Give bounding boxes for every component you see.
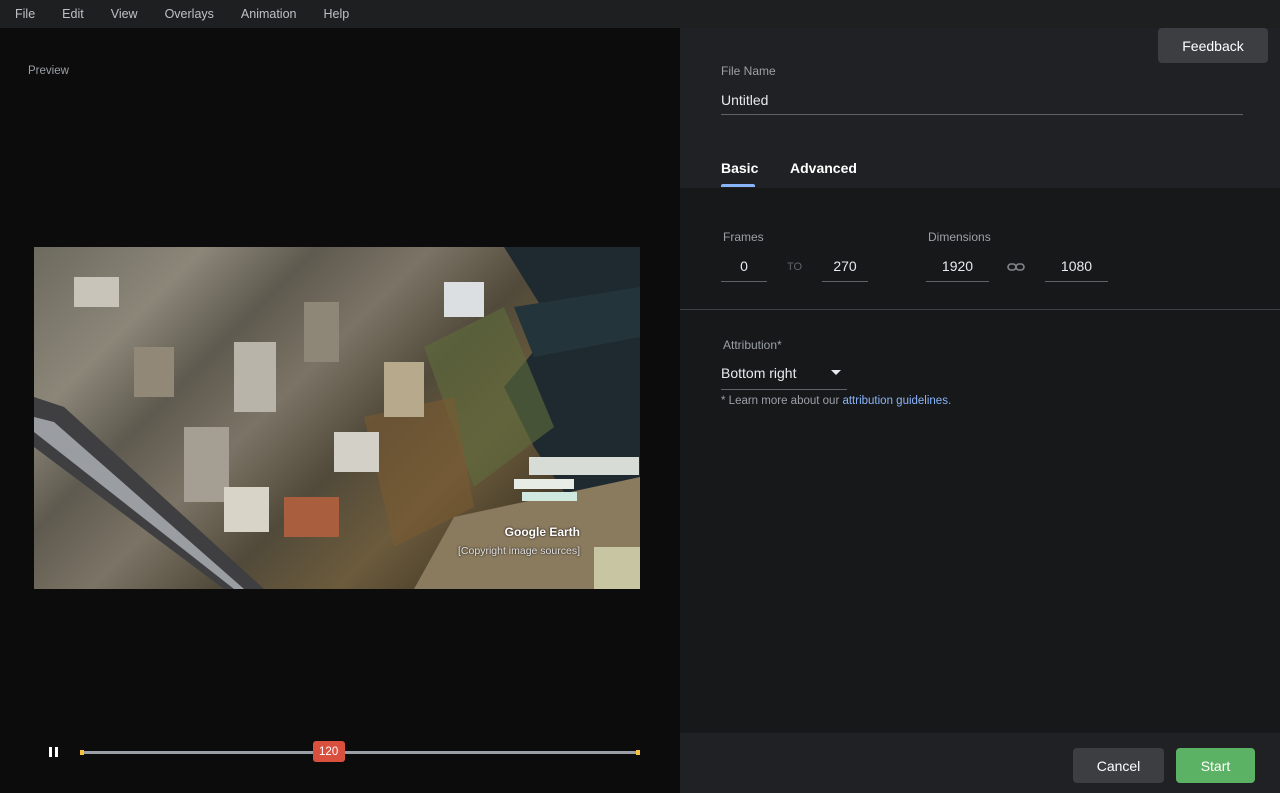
settings-panel: Feedback File Name Untitled Basic Advanc… xyxy=(680,28,1280,793)
menu-help[interactable]: Help xyxy=(324,7,350,21)
pause-button[interactable] xyxy=(45,744,61,760)
file-name-input[interactable]: Untitled xyxy=(721,92,768,108)
dialog-footer: Cancel Start xyxy=(680,733,1280,793)
attribution-note: * Learn more about our attribution guide… xyxy=(721,395,951,407)
frames-to-input[interactable]: 270 xyxy=(822,257,868,282)
attribution-note-prefix: * Learn more about our xyxy=(721,395,843,407)
attribution-select[interactable]: Bottom right xyxy=(721,362,847,390)
link-icon[interactable] xyxy=(1007,260,1025,278)
tab-basic[interactable]: Basic xyxy=(721,160,758,176)
timeline-start-marker xyxy=(80,750,84,755)
file-name-label: File Name xyxy=(721,64,776,78)
section-divider xyxy=(680,309,1280,310)
menu-bar: File Edit View Overlays Animation Help xyxy=(0,0,1280,28)
active-tab-indicator xyxy=(721,184,755,187)
dimensions-width-input[interactable]: 1920 xyxy=(926,257,989,282)
pause-icon xyxy=(48,747,58,757)
copyright-sources-text: [Copyright image sources] xyxy=(458,545,580,557)
menu-animation[interactable]: Animation xyxy=(241,7,297,21)
file-name-underline xyxy=(721,114,1243,115)
frames-label: Frames xyxy=(723,230,764,244)
attribution-guidelines-link[interactable]: attribution guidelines xyxy=(842,395,948,407)
frames-to-label: TO xyxy=(787,261,803,273)
dimensions-label: Dimensions xyxy=(928,230,991,244)
menu-view[interactable]: View xyxy=(111,7,138,21)
attribution-selected-value: Bottom right xyxy=(721,365,797,381)
dropdown-caret-icon xyxy=(831,370,841,375)
preview-label: Preview xyxy=(28,65,69,77)
menu-file[interactable]: File xyxy=(15,7,35,21)
start-button[interactable]: Start xyxy=(1176,748,1255,783)
preview-viewport[interactable]: Google Earth [Copyright image sources] xyxy=(34,247,640,589)
preview-panel: Preview Google Earth [Copyright image so… xyxy=(0,28,680,793)
timeline-scrubber-handle[interactable]: 120 xyxy=(312,741,345,762)
google-earth-watermark: Google Earth xyxy=(504,525,580,539)
menu-overlays[interactable]: Overlays xyxy=(165,7,214,21)
menu-edit[interactable]: Edit xyxy=(62,7,84,21)
dimensions-height-input[interactable]: 1080 xyxy=(1045,257,1108,282)
settings-header-area: Feedback File Name Untitled Basic Advanc… xyxy=(680,28,1280,188)
frames-from-input[interactable]: 0 xyxy=(721,257,767,282)
attribution-label: Attribution* xyxy=(723,338,782,352)
tab-advanced[interactable]: Advanced xyxy=(790,160,857,176)
feedback-button[interactable]: Feedback xyxy=(1158,28,1268,63)
timeline-end-marker xyxy=(636,750,640,755)
attribution-note-suffix: . xyxy=(947,395,952,407)
cancel-button[interactable]: Cancel xyxy=(1073,748,1164,783)
timeline-track[interactable] xyxy=(80,751,640,754)
